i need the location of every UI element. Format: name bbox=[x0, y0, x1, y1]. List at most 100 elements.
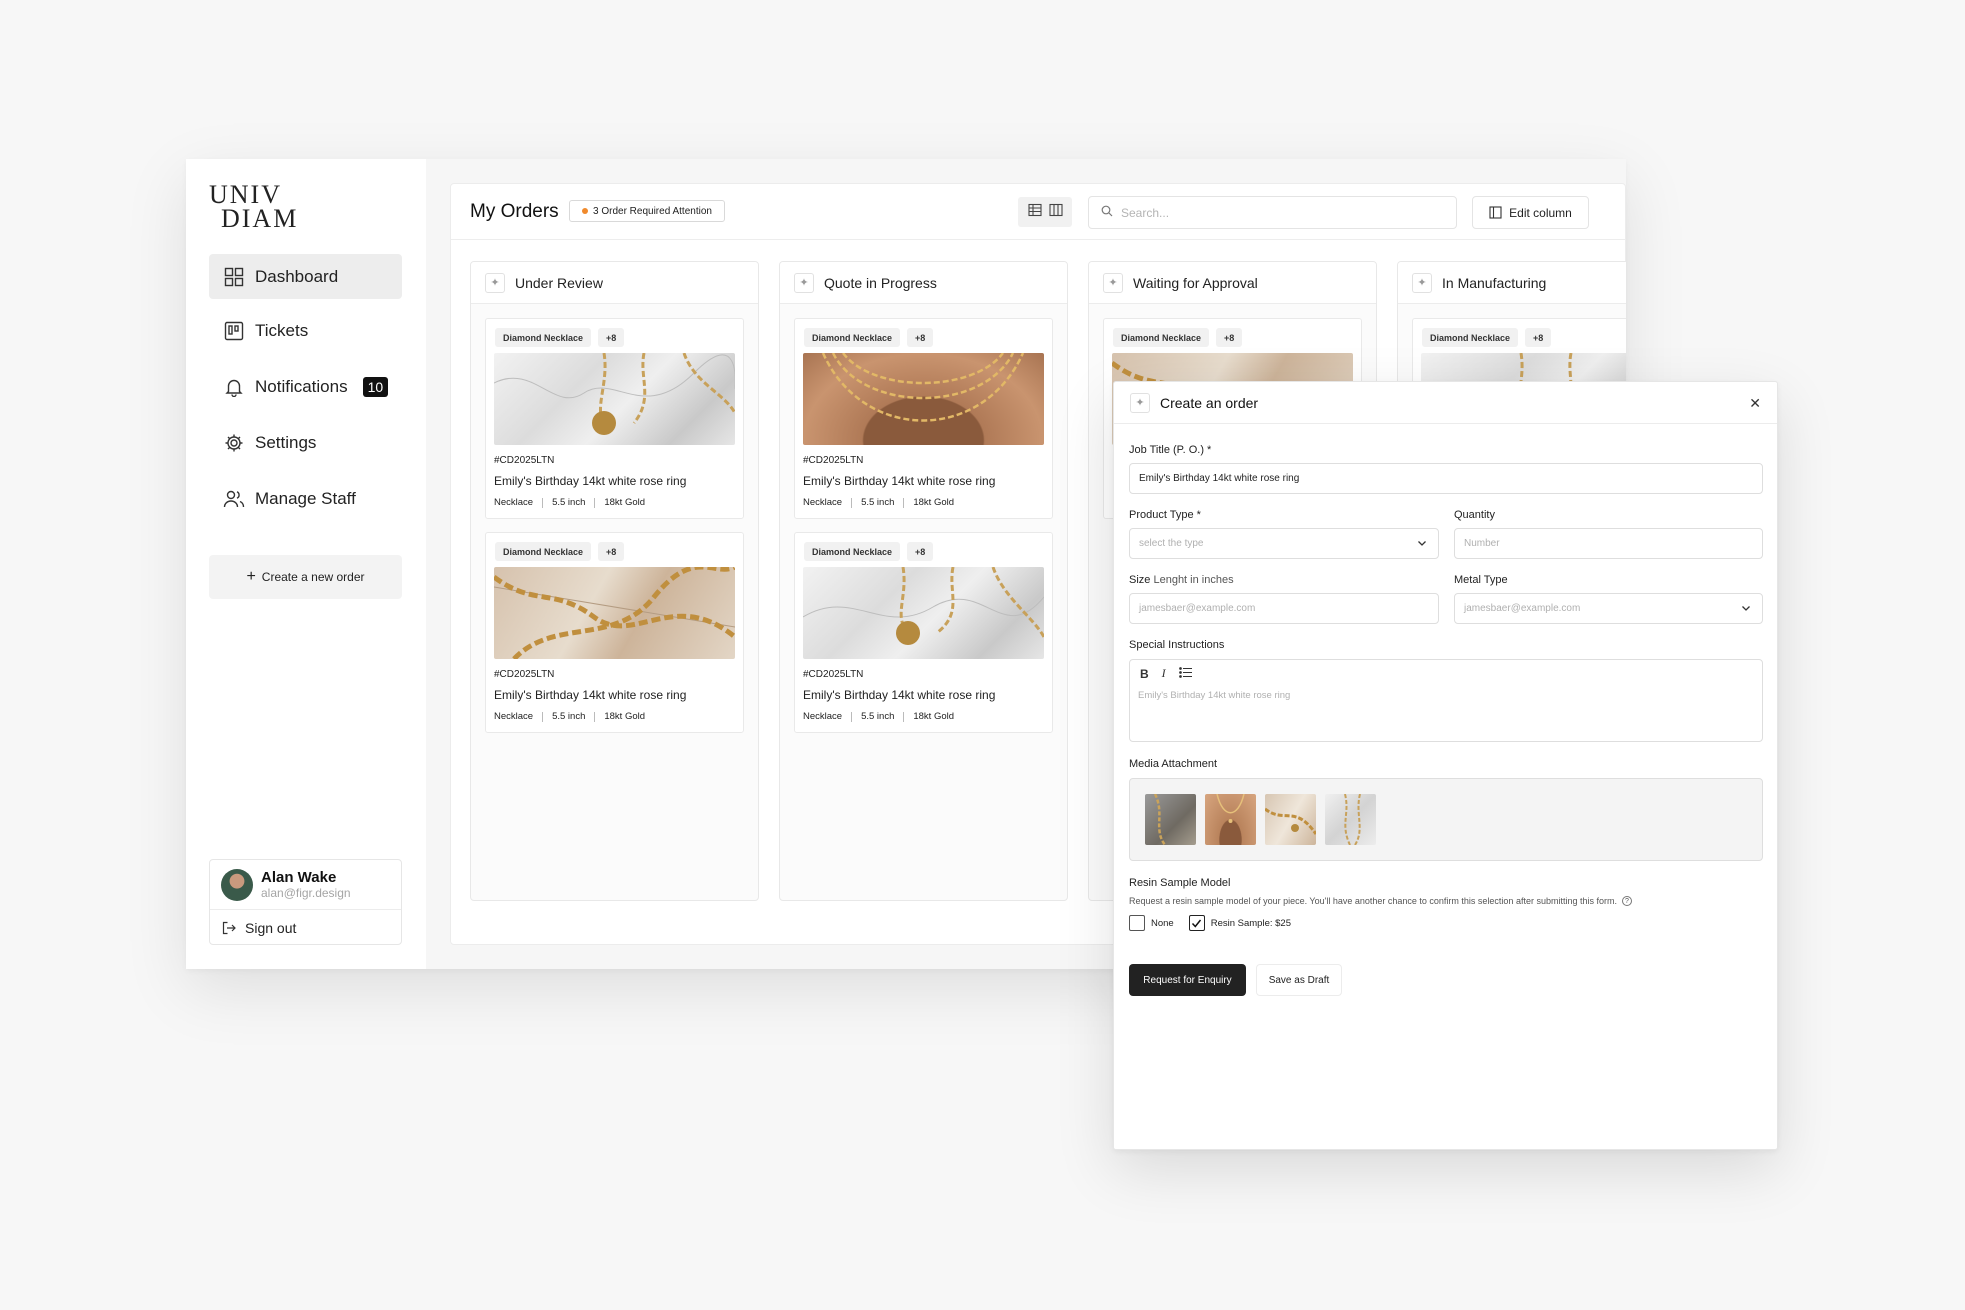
sign-out-icon bbox=[222, 921, 236, 935]
metal-type-select[interactable]: jamesbaer@example.com bbox=[1454, 593, 1763, 624]
sparkle-icon: ✦ bbox=[1103, 272, 1123, 293]
order-card[interactable]: Diamond Necklace +8 #CD2025LTN Emily's Bi… bbox=[794, 532, 1053, 733]
table-view-icon[interactable] bbox=[1027, 203, 1042, 222]
product-type-label: Product Type * bbox=[1129, 509, 1201, 521]
resin-options: None Resin Sample: $25 bbox=[1129, 915, 1291, 931]
search-icon bbox=[1101, 204, 1113, 222]
order-size: 5.5 inch bbox=[861, 497, 895, 508]
create-new-order-button[interactable]: + Create a new order bbox=[209, 555, 402, 599]
sidebar-item-label: Manage Staff bbox=[255, 488, 356, 508]
column-title: Quote in Progress bbox=[824, 274, 937, 291]
card-more-tag: +8 bbox=[907, 328, 934, 347]
job-title-label: Job Title (P. O.) * bbox=[1129, 444, 1212, 456]
none-checkbox[interactable] bbox=[1129, 915, 1145, 931]
order-size: 5.5 inch bbox=[552, 711, 586, 722]
bullet-list-icon[interactable] bbox=[1178, 666, 1192, 681]
media-attachment-area[interactable] bbox=[1129, 778, 1763, 861]
attention-badge-label: 3 Order Required Attention bbox=[593, 205, 712, 217]
necklace-photo bbox=[803, 567, 1044, 659]
bold-icon[interactable]: B bbox=[1140, 667, 1149, 681]
job-title-field[interactable]: Emily's Birthday 14kt white rose ring bbox=[1129, 463, 1763, 494]
none-option-label: None bbox=[1151, 917, 1174, 929]
column-header[interactable]: ✦ Waiting for Approval bbox=[1089, 262, 1376, 304]
help-icon[interactable]: ? bbox=[1621, 896, 1632, 906]
order-category: Necklace bbox=[803, 711, 843, 722]
size-label-text: Size bbox=[1129, 574, 1151, 586]
column-header[interactable]: ✦ Under Review bbox=[471, 262, 758, 304]
order-code: #CD2025LTN bbox=[803, 669, 864, 680]
user-email: alan@figr.design bbox=[261, 886, 351, 900]
user-profile[interactable]: Alan Wake alan@figr.design bbox=[210, 860, 401, 910]
order-card[interactable]: Diamond Necklace +8 #CD2025LTN Emily's Bi… bbox=[794, 318, 1053, 519]
board-header: My Orders 3 Order Required Attention Sea… bbox=[451, 184, 1626, 240]
size-field[interactable]: jamesbaer@example.com bbox=[1129, 593, 1439, 624]
sidebar-item-tickets[interactable]: Tickets bbox=[209, 308, 402, 353]
column-title: Waiting for Approval bbox=[1133, 274, 1258, 291]
column-header[interactable]: ✦ Quote in Progress bbox=[780, 262, 1067, 304]
board-view-icon[interactable] bbox=[1048, 203, 1063, 222]
edit-column-button[interactable]: Edit column bbox=[1472, 196, 1589, 229]
order-card[interactable]: Diamond Necklace +8 #CD2025LTN Emily's Bi… bbox=[485, 318, 744, 519]
notification-count-badge: 10 bbox=[362, 376, 389, 397]
sidebar-item-dashboard[interactable]: Dashboard bbox=[209, 254, 402, 299]
close-icon[interactable]: ✕ bbox=[1749, 395, 1761, 412]
sidebar-item-notifications[interactable]: Notifications 10 bbox=[209, 364, 402, 409]
sidebar-item-label: Notifications bbox=[255, 376, 348, 396]
order-metal: 18kt Gold bbox=[604, 711, 646, 722]
sidebar-item-manage-staff[interactable]: Manage Staff bbox=[209, 476, 402, 521]
order-card[interactable]: Diamond Necklace +8 #CD2025LTN Emily's Bi… bbox=[485, 532, 744, 733]
brand-logo[interactable]: UNIV DIAM bbox=[209, 182, 299, 233]
card-more-tag: +8 bbox=[1525, 328, 1552, 347]
order-size: 5.5 inch bbox=[861, 711, 895, 722]
order-title: Emily's Birthday 14kt white rose ring bbox=[494, 474, 687, 488]
sign-out-button[interactable]: Sign out bbox=[210, 910, 401, 945]
special-instructions-editor[interactable]: B I Emily's Birthday 14kt white rose rin… bbox=[1129, 659, 1763, 742]
attachment-thumbnail[interactable] bbox=[1145, 794, 1196, 845]
metal-type-placeholder: jamesbaer@example.com bbox=[1464, 603, 1581, 614]
resin-sample-label: Resin Sample Model bbox=[1129, 877, 1231, 889]
page-title: My Orders bbox=[470, 201, 559, 222]
attachment-thumbnail[interactable] bbox=[1265, 794, 1316, 845]
order-title: Emily's Birthday 14kt white rose ring bbox=[803, 688, 996, 702]
resin-sample-checkbox[interactable] bbox=[1188, 915, 1205, 931]
sidebar-item-label: Tickets bbox=[255, 320, 309, 340]
column-title: In Manufacturing bbox=[1442, 274, 1547, 291]
plus-icon: + bbox=[246, 568, 256, 585]
brand-line-2: DIAM bbox=[221, 204, 299, 233]
order-metal: 18kt Gold bbox=[913, 711, 955, 722]
attachment-thumbnail[interactable] bbox=[1325, 794, 1376, 845]
attention-badge[interactable]: 3 Order Required Attention bbox=[569, 200, 725, 222]
dialog-header: ✦ Create an order ✕ bbox=[1114, 382, 1777, 424]
editor-toolbar: B I bbox=[1140, 666, 1205, 681]
chevron-down-icon bbox=[1416, 537, 1428, 552]
column-header[interactable]: ✦ In Manufacturing bbox=[1398, 262, 1626, 304]
sparkle-icon: ✦ bbox=[794, 272, 814, 293]
sparkle-icon: ✦ bbox=[1412, 272, 1432, 293]
sidebar: UNIV DIAM Dashboard Tickets Notification… bbox=[186, 159, 426, 969]
columns-icon bbox=[1489, 206, 1502, 219]
card-more-tag: +8 bbox=[598, 542, 625, 561]
save-draft-button[interactable]: Save as Draft bbox=[1256, 964, 1342, 996]
search-field[interactable] bbox=[1088, 196, 1457, 229]
resin-sample-hint: Request a resin sample model of your pie… bbox=[1129, 896, 1632, 906]
dashboard-icon bbox=[223, 266, 245, 288]
chevron-down-icon bbox=[1740, 602, 1752, 617]
card-tag: Diamond Necklace bbox=[804, 328, 901, 347]
search-input[interactable] bbox=[1121, 205, 1421, 220]
product-type-select[interactable]: select the type bbox=[1129, 528, 1439, 559]
italic-icon[interactable]: I bbox=[1162, 666, 1166, 681]
order-code: #CD2025LTN bbox=[803, 455, 864, 466]
resin-sample-option-label: Resin Sample: $25 bbox=[1210, 917, 1291, 929]
attachment-thumbnail[interactable] bbox=[1205, 794, 1256, 845]
quantity-field[interactable]: Number bbox=[1454, 528, 1763, 559]
order-title: Emily's Birthday 14kt white rose ring bbox=[494, 688, 687, 702]
card-tag: Diamond Necklace bbox=[1113, 328, 1210, 347]
user-name: Alan Wake bbox=[261, 869, 337, 886]
card-more-tag: +8 bbox=[598, 328, 625, 347]
card-more-tag: +8 bbox=[1216, 328, 1243, 347]
request-enquiry-button[interactable]: Request for Enquiry bbox=[1129, 964, 1246, 996]
special-instructions-label: Special Instructions bbox=[1129, 639, 1225, 651]
card-tag: Diamond Necklace bbox=[804, 542, 901, 561]
sidebar-item-settings[interactable]: Settings bbox=[209, 420, 402, 465]
card-tag: Diamond Necklace bbox=[495, 328, 592, 347]
